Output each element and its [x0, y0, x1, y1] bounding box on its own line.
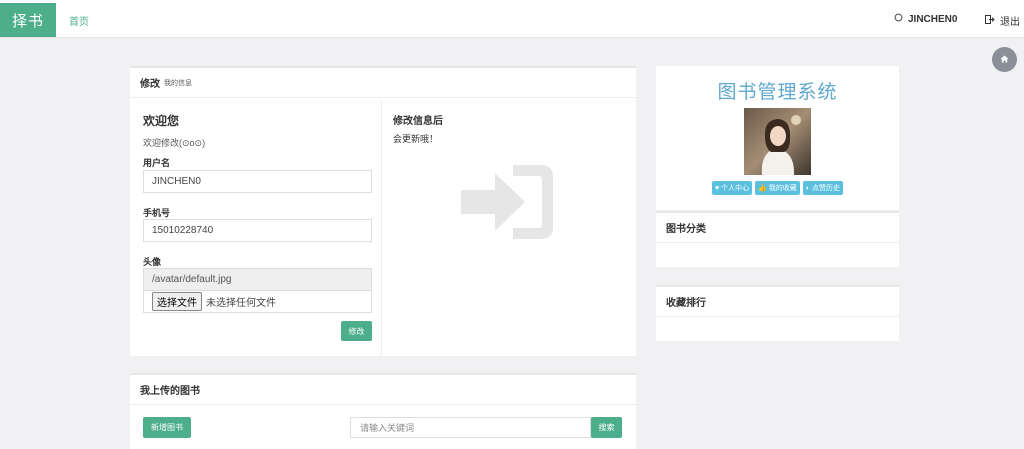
file-status: 未选择任何文件: [206, 297, 276, 309]
nav-user-menu[interactable]: JINCHEN0: [894, 13, 957, 25]
system-profile-panel: 图书管理系统 ♥ 个人中心 👍 我的收藏 ◐ 点赞历史: [656, 66, 899, 210]
category-panel-header: 图书分类: [656, 213, 899, 243]
thumbs-up-icon: 👍: [758, 185, 767, 192]
avatar-file-input[interactable]: 选择文件 未选择任何文件: [143, 290, 372, 313]
book-category-panel: 图书分类: [656, 211, 899, 267]
edit-form: 欢迎您 欢迎修改(⊙o⊙) 用户名 JINCHEN0 手机号 150102287…: [130, 100, 382, 356]
home-icon: [1000, 54, 1009, 66]
badge-my-favorites[interactable]: 👍 我的收藏: [755, 181, 800, 195]
username-label: 用户名: [143, 158, 171, 168]
category-panel-title: 图书分类: [666, 224, 706, 235]
system-title: 图书管理系统: [717, 82, 838, 103]
badge-personal-center[interactable]: ♥ 个人中心: [711, 181, 753, 195]
edit-panel-header: 修改 我的信息: [130, 68, 636, 98]
book-search-input[interactable]: 请输入关键词: [350, 417, 591, 438]
favorites-panel-title: 收藏排行: [666, 298, 706, 309]
avatar: [744, 108, 811, 175]
home-fab-button[interactable]: [992, 47, 1017, 72]
badge-label: 点赞历史: [812, 185, 841, 192]
avatar-path-field: /avatar/default.jpg: [143, 268, 372, 291]
badge-like-history[interactable]: ◐ 点赞历史: [802, 181, 844, 195]
books-panel-header: 我上传的图书: [130, 375, 636, 405]
sign-out-icon: [985, 14, 995, 27]
sign-in-icon: [461, 162, 555, 245]
phone-label: 手机号: [143, 208, 171, 218]
after-edit-title: 修改信息后: [393, 116, 443, 127]
after-edit-subtext: 会更新哦！: [393, 134, 439, 144]
favorites-ranking-panel: 收藏排行: [656, 285, 899, 341]
logout-label: 退出: [1000, 17, 1020, 28]
choose-file-button[interactable]: 选择文件: [152, 291, 202, 311]
badge-label: 我的收藏: [768, 185, 797, 192]
avatar-label: 头像: [143, 257, 162, 267]
contrast-icon: ◐: [805, 184, 811, 192]
edit-panel-subtitle: 我的信息: [164, 79, 192, 87]
welcome-subtext: 欢迎修改(⊙o⊙): [143, 138, 206, 148]
profile-badges: ♥ 个人中心 👍 我的收藏 ◐ 点赞历史: [656, 181, 899, 195]
user-outline-icon: [894, 13, 903, 25]
my-books-panel: 我上传的图书 新增图书 请输入关键词 搜索: [130, 373, 636, 449]
edit-panel-title: 修改: [140, 79, 160, 90]
books-panel-title: 我上传的图书: [140, 386, 200, 397]
favorites-panel-header: 收藏排行: [656, 287, 899, 317]
brand-logo[interactable]: 择书: [0, 3, 56, 37]
logout-button[interactable]: 退出: [985, 13, 1020, 28]
welcome-heading: 欢迎您: [143, 114, 180, 128]
heart-icon: ♥: [714, 184, 720, 192]
edit-info-side: 修改信息后 会更新哦！: [383, 100, 634, 356]
username-field[interactable]: JINCHEN0: [143, 170, 372, 193]
search-button[interactable]: 搜索: [591, 417, 622, 438]
edit-profile-panel: 修改 我的信息 欢迎您 欢迎修改(⊙o⊙) 用户名 JINCHEN0 手机号 1…: [130, 66, 636, 356]
submit-edit-button[interactable]: 修改: [341, 321, 372, 341]
top-navbar: 择书 首页 JINCHEN0 退出: [0, 0, 1024, 38]
nav-home-link[interactable]: 首页: [69, 13, 89, 28]
nav-username: JINCHEN0: [908, 13, 958, 25]
add-book-button[interactable]: 新增图书: [143, 417, 191, 438]
phone-field[interactable]: 15010228740: [143, 219, 372, 242]
badge-label: 个人中心: [721, 185, 750, 192]
